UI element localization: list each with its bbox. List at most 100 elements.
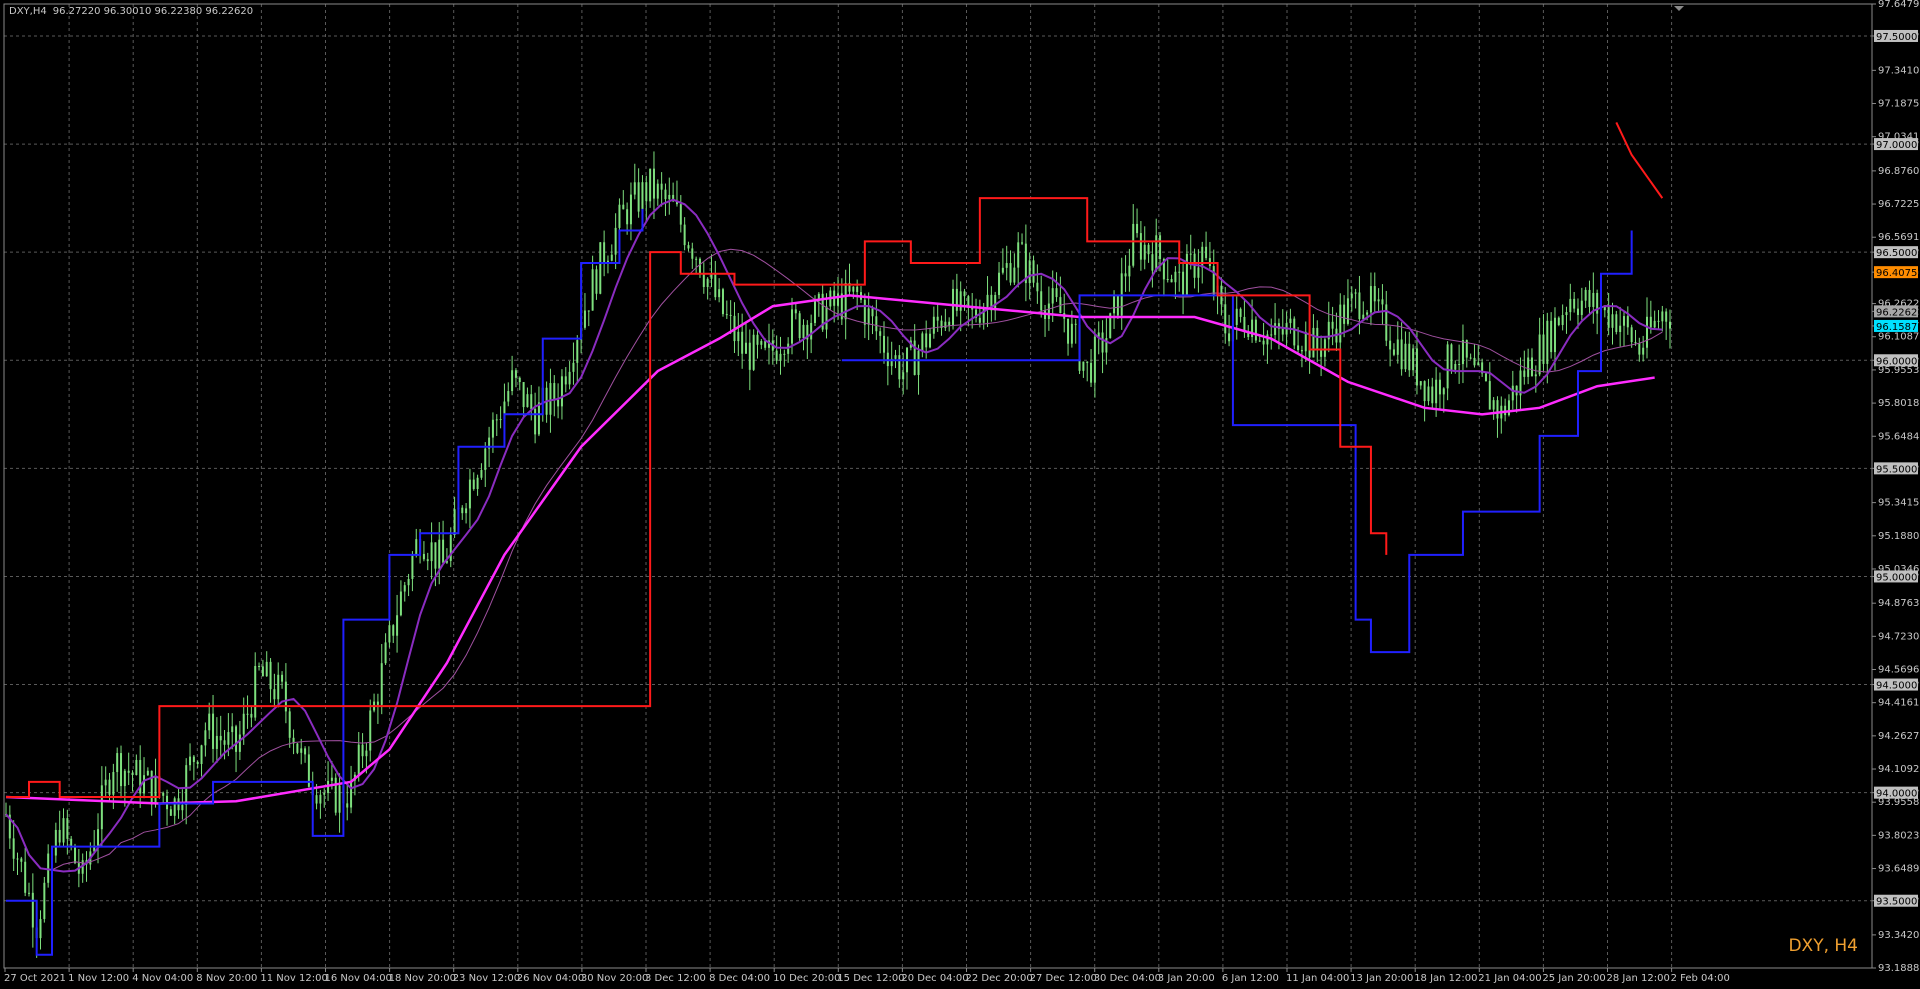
chart-window[interactable]: 97.6479097.5000097.3410097.1875597.03410… [0,0,1920,989]
candle-body [779,353,782,361]
time-tick-label: 21 Jan 04:00 [1478,973,1541,984]
time-tick-label: 8 Nov 20:00 [196,973,257,984]
price-tick-label: 94.26270 [1878,731,1920,742]
candle-body [894,355,897,359]
candle-body [875,316,878,332]
candle-body [1086,361,1089,363]
candle-body [1047,303,1050,320]
candle-body [1017,242,1020,268]
time-tick-label: 6 Jan 12:00 [1222,973,1279,984]
candle-body [1201,246,1204,268]
time-tick-label: 3 Dec 12:00 [645,973,706,984]
candle-body [415,539,418,556]
candle-body [31,892,34,928]
candle-body [376,701,379,705]
time-tick-label: 13 Jan 20:00 [1350,973,1413,984]
candle-body [357,744,360,775]
candle-body [495,419,498,421]
time-tick-label: 20 Dec 04:00 [901,973,968,984]
candle-body [1626,316,1629,328]
candle-body [1036,282,1039,292]
candle-body [204,730,207,746]
candle-body [917,350,920,375]
candle-body [422,553,425,560]
candle-body [737,331,740,342]
candle-body [1573,298,1576,309]
candle-body [902,372,905,380]
candle-body [1151,254,1154,271]
candle-body [698,258,701,275]
candle-body [350,780,353,808]
candle-body [300,748,303,753]
price-label-text: 96.22620 [1876,307,1920,318]
candle-body [66,818,69,839]
candle-body [929,333,932,348]
candle-body [1212,266,1215,295]
time-tick-label: 1 Nov 12:00 [68,973,129,984]
candle-body [246,713,249,715]
candle-body [223,740,226,745]
price-tick-label: 93.34200 [1878,930,1920,941]
candle-body [273,689,276,700]
candle-body [319,794,322,804]
candle-body [752,334,755,370]
candle-body [1005,263,1008,268]
candle-body [1139,233,1142,260]
price-chart[interactable]: 97.6479097.5000097.3410097.1875597.03410… [0,0,1920,989]
candle-body [629,194,632,225]
candle-body [380,663,383,705]
candle-body [560,376,563,407]
time-tick-label: 18 Jan 12:00 [1414,973,1477,984]
candle-body [518,377,521,383]
candle-body [1550,320,1553,353]
candle-body [1592,292,1595,307]
candle-body [407,578,410,586]
candle-body [323,792,326,795]
candle-body [1442,388,1445,395]
candle-body [1312,327,1315,358]
candle-body [74,845,77,864]
candle-body [978,317,981,323]
candle-body [622,204,625,210]
candle-body [1511,385,1514,401]
price-tick-label: 94.72305 [1878,631,1920,642]
candle-body [62,818,65,843]
candle-body [1262,340,1265,345]
candle-body [641,182,644,212]
candle-body [1009,263,1012,283]
candle-body [16,858,19,860]
candle-body [744,342,747,354]
candle-body [1615,314,1618,332]
candle-body [568,371,571,385]
candle-body [162,792,165,796]
candle-body [1542,334,1545,364]
candle-body [1661,311,1664,322]
candle-body [507,391,510,402]
candle-body [47,853,50,883]
time-tick-label: 4 Nov 04:00 [132,973,193,984]
price-tick-label: 93.18885 [1878,963,1920,974]
candle-body [1350,293,1353,299]
candle-body [1423,381,1426,402]
price-label-text: 95.50000 [1876,464,1920,475]
time-tick-label: 10 Dec 20:00 [773,973,840,984]
candle-body [1415,348,1418,386]
candle-body [652,168,655,199]
candle-body [365,750,368,757]
candle-body [1239,308,1242,317]
candle-body [1021,242,1024,244]
candle-body [231,726,234,733]
candle-body [338,785,341,813]
candle-body [396,615,399,636]
candle-body [614,227,617,255]
candle-body [1584,289,1587,301]
candle-body [721,289,724,315]
candle-body [1093,336,1096,383]
candle-body [1170,279,1173,283]
candle-body [1082,361,1085,371]
candle-body [1638,343,1641,355]
candle-body [534,409,537,435]
chart-background [0,0,1920,989]
candle-body [1113,295,1116,314]
candle-body [760,341,763,345]
